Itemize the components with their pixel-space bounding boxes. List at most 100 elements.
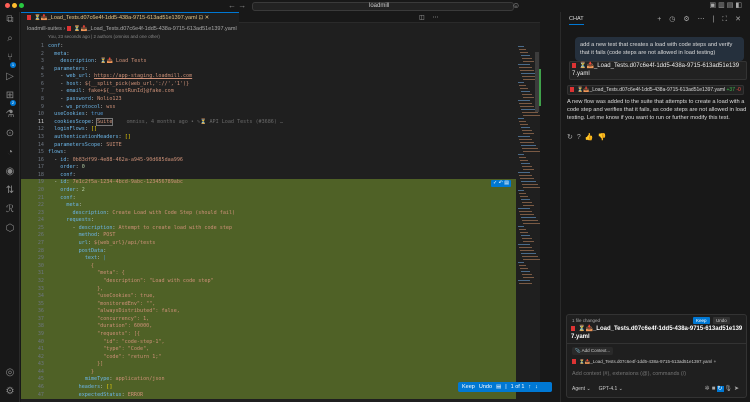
maximize-window-button[interactable] (19, 3, 24, 8)
chat-input[interactable] (572, 371, 737, 377)
code-line[interactable]: 28 postData: (21, 247, 516, 256)
code-line[interactable]: 40 "id": "code-step-1", (21, 338, 516, 347)
thumbs-up-icon[interactable]: 👍 (585, 134, 598, 141)
breadcrumb-file[interactable]: ⏳📥_Load_Tests.d07c6e4f-1dd5-438a-9715-61… (74, 26, 237, 32)
code-line[interactable]: 27 url: ${web_url}/api/tests (21, 240, 516, 248)
code-line[interactable]: 39 "requests": [{ (21, 330, 516, 339)
accounts-icon[interactable]: ◎ (4, 367, 16, 379)
code-line[interactable]: 16 - id: 0b83df99-4e88-462a-a945-90d685d… (21, 157, 516, 165)
code-line[interactable]: 46 headers: [] (21, 384, 516, 392)
microphone-icon[interactable]: 🎙 (724, 386, 734, 392)
code-line[interactable]: 43 }] (21, 361, 516, 369)
code-line[interactable]: 10 useCookies: true (21, 111, 516, 119)
minimize-window-button[interactable] (12, 3, 17, 8)
editor-tab[interactable]: ⏳📥_Load_Tests.d07c6e4f-1dd5-438a-9715-61… (21, 12, 239, 23)
code-line[interactable]: 37 "concurrency": 1, (21, 315, 516, 324)
code-line[interactable]: 14 parametersScope: SUITE (21, 142, 516, 150)
context-file-chip[interactable]: ⏳📥_Load_Tests.d07c6e4f-1dd5-438a-9715-61… (572, 359, 716, 365)
inline-change-actions[interactable]: ✓ ↶ ▤ (491, 180, 511, 187)
code-line[interactable]: 5 - web_url: https://app-staging.loadmil… (21, 73, 516, 81)
code-line[interactable]: 11 cookiesScope: Suite omniss, 4 months a… (21, 117, 516, 127)
code-line[interactable]: 24 requests: (21, 217, 516, 225)
previous-change-icon[interactable]: ↑ (528, 384, 531, 390)
close-window-button[interactable] (5, 3, 10, 8)
code-area[interactable]: 1 conf: 2 meta: 3 description: ⏳📥 Load Test… (21, 43, 516, 400)
code-line[interactable]: 33 }, (21, 285, 516, 294)
code-line[interactable]: 32 "description": "Load with code step" (21, 277, 516, 286)
explorer-icon[interactable]: ⧉ (4, 14, 16, 26)
code-line[interactable]: 36 "alwaysDistributed": false, (21, 308, 516, 316)
code-line[interactable]: 15 flows: (21, 149, 516, 157)
code-line[interactable]: 35 "monitoredEnv": "", (21, 300, 516, 309)
code-line[interactable]: 26 method: POST (21, 232, 516, 241)
code-line[interactable]: 29 text: | (21, 255, 516, 263)
editor-actions[interactable]: ◫ ⋯ (419, 14, 441, 21)
code-line[interactable]: 44 } (21, 368, 516, 377)
model-picker[interactable]: GPT-4.1 ⌄ (599, 386, 623, 392)
keep-button[interactable]: Keep (462, 384, 475, 390)
code-line[interactable]: 6 - host: ${__split_pick(web_url,'://','… (21, 81, 516, 89)
testing-icon[interactable]: ⚗ (4, 109, 16, 121)
code-line[interactable]: 13 authenticationHeaders: [] (21, 134, 516, 142)
code-line[interactable]: 45 mimeType: application/json (21, 376, 516, 385)
code-line[interactable]: 3 description: ⏳📥 Load Tests (21, 58, 516, 66)
copilot-icon[interactable]: ☺ (512, 1, 520, 10)
remote-icon[interactable]: ◔ (4, 147, 16, 159)
code-line[interactable]: 23 description: Create Load with Code St… (21, 209, 516, 218)
code-line[interactable]: 47 expectedStatus: ERROR (21, 391, 516, 400)
code-line[interactable]: 34 "useCookies": true, (21, 293, 516, 301)
settings-gear-icon[interactable]: ⚙ (4, 386, 16, 398)
chat-input-tools[interactable]: ✲■↻🎙➤ (705, 385, 741, 392)
add-context-button[interactable]: 📎 Add Context... (572, 347, 614, 355)
chat-header-actions[interactable]: + ◷ ⚙ ⋯ | ⛶ ✕ (657, 15, 744, 24)
code-line[interactable]: 18 conf: (21, 172, 516, 180)
run-debug-icon[interactable]: ▷ (4, 71, 16, 83)
undo-all-button[interactable]: Undo (713, 317, 730, 324)
code-line[interactable]: 42 "code": "return 1;" (21, 353, 516, 362)
changed-file-item[interactable]: ⏳📥_Load_Tests.d07c6e4f-1dd5-438a-9715-61… (571, 326, 744, 341)
search-icon[interactable]: ⌕ (4, 33, 16, 45)
mode-picker[interactable]: Agent ⌄ (572, 386, 591, 392)
retry-icon[interactable]: ↻ (567, 134, 577, 141)
codelens-blame[interactable]: You, 23 seconds ago | 2 authors (omniss … (48, 34, 160, 39)
github-icon[interactable]: ◉ (4, 166, 16, 178)
next-change-icon[interactable]: ↓ (535, 384, 538, 390)
code-line[interactable]: 9 - ws_protocol: wss (21, 104, 516, 112)
code-line[interactable]: 21 conf: (21, 194, 516, 203)
code-line[interactable]: 19 - id: 7e1c2f5a-1234-4bcd-9abc-1234567… (21, 179, 516, 187)
code-line[interactable]: 12 loginFlows: [] (21, 126, 516, 134)
undo-button[interactable]: Undo (479, 384, 492, 390)
code-line[interactable]: 8 - password: Nolio123 (21, 96, 516, 104)
code-line[interactable]: 41 "type": "Code", (21, 346, 516, 354)
extension-logo-icon[interactable]: ℛ (4, 204, 16, 216)
user-attachment[interactable]: ⏳📥_Load_Tests.d07c6e4f-1dd5-438a-9715-61… (569, 61, 747, 81)
code-line[interactable]: 4 parameters: (21, 66, 516, 74)
code-line[interactable]: 22 meta: (21, 202, 516, 210)
response-actions[interactable]: ↻?👍👎 (567, 133, 610, 141)
keep-all-button[interactable]: Keep (693, 317, 710, 324)
tools-icon[interactable]: ✲ (705, 386, 712, 392)
minimap-line (519, 283, 532, 284)
chat-tab[interactable]: CHAT (569, 16, 584, 25)
code-line[interactable]: 25 - description: Attempt to create load… (21, 224, 516, 233)
container-icon[interactable]: ⬡ (4, 223, 16, 235)
code-line[interactable]: 31 "meta": { (21, 270, 516, 278)
pull-requests-icon[interactable]: ⇅ (4, 185, 16, 197)
code-line[interactable]: 20 order: 2 (21, 186, 516, 195)
git-graph-icon[interactable]: ⊙ (4, 128, 16, 140)
breadcrumb-folder[interactable]: loadmill-suites (27, 26, 62, 32)
code-line[interactable]: 7 - email: fake+${__testRunId}@fake.com (21, 88, 516, 96)
diff-icon[interactable]: ▤ (496, 384, 501, 390)
code-line[interactable]: 30 { (21, 262, 516, 271)
nav-arrows[interactable]: ← → (228, 1, 246, 10)
command-center-search[interactable]: loadmill (252, 2, 514, 11)
edited-file-chip[interactable]: ⏳📥_Load_Tests.d07c6e4f-1dd5-438a-9715-61… (567, 85, 744, 95)
code-line[interactable]: 17 order: 0 (21, 164, 516, 172)
code-line[interactable]: 1 conf: (21, 43, 516, 51)
code-line[interactable]: 38 "duration": 60000, (21, 323, 516, 331)
help-icon[interactable]: ? (577, 134, 585, 141)
send-icon[interactable]: ➤ (734, 386, 741, 392)
thumbs-down-icon[interactable]: 👎 (598, 134, 611, 141)
layout-toggle-icons[interactable]: ▣▥▤◧ (710, 1, 744, 9)
code-token: description (78, 224, 113, 231)
